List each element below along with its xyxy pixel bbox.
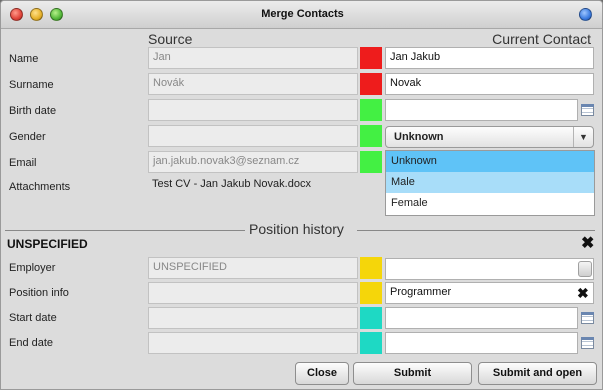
current-column-header: Current Contact bbox=[492, 31, 591, 47]
source-gender-field bbox=[148, 125, 358, 147]
end-date-marker[interactable] bbox=[360, 332, 382, 354]
employer-picker-button[interactable] bbox=[578, 261, 592, 277]
current-end-date-input[interactable] bbox=[385, 332, 578, 354]
section-divider-right bbox=[357, 230, 595, 231]
surname-conflict-marker[interactable] bbox=[360, 73, 382, 95]
position-group-title: UNSPECIFIED bbox=[7, 237, 88, 251]
source-name-field: Jan bbox=[148, 47, 358, 69]
calendar-icon[interactable] bbox=[581, 104, 594, 116]
name-label: Name bbox=[9, 53, 39, 65]
submit-and-open-button[interactable]: Submit and open bbox=[478, 362, 597, 385]
attachment-file-name: Test CV - Jan Jakub Novak.docx bbox=[152, 178, 311, 190]
section-divider-left bbox=[5, 230, 245, 231]
current-start-date-input[interactable] bbox=[385, 307, 578, 329]
employer-marker[interactable] bbox=[360, 257, 382, 279]
gender-option-male[interactable]: Male bbox=[386, 172, 594, 193]
submit-button[interactable]: Submit bbox=[353, 362, 472, 385]
merge-contacts-window: Merge Contacts Source Current Contact Na… bbox=[0, 0, 603, 390]
gender-select[interactable]: Unknown ▼ bbox=[385, 126, 594, 148]
email-label: Email bbox=[9, 157, 37, 169]
gender-option-female[interactable]: Female bbox=[386, 193, 594, 214]
remove-position-icon[interactable]: ✖ bbox=[581, 233, 594, 253]
chevron-down-icon[interactable]: ▼ bbox=[573, 127, 593, 147]
attachments-label: Attachments bbox=[9, 181, 71, 193]
toolbar-toggle-icon[interactable] bbox=[579, 8, 592, 21]
current-position-info-input[interactable]: Programmer bbox=[385, 282, 594, 304]
gender-label: Gender bbox=[9, 131, 46, 143]
source-end-date-field bbox=[148, 332, 358, 354]
close-button[interactable]: Close bbox=[295, 362, 349, 385]
source-surname-field: Novák bbox=[148, 73, 358, 95]
current-name-input[interactable]: Jan Jakub bbox=[385, 47, 594, 69]
source-employer-field: UNSPECIFIED bbox=[148, 257, 358, 279]
current-birth-date-input[interactable] bbox=[385, 99, 578, 121]
birth-date-label: Birth date bbox=[9, 105, 57, 117]
calendar-icon[interactable] bbox=[581, 312, 594, 324]
end-date-label: End date bbox=[9, 337, 54, 349]
gender-match-marker[interactable] bbox=[360, 125, 382, 147]
clear-position-info-icon[interactable]: ✖ bbox=[577, 285, 589, 302]
calendar-icon[interactable] bbox=[581, 337, 594, 349]
position-history-title: Position history bbox=[249, 221, 344, 237]
source-position-info-field bbox=[148, 282, 358, 304]
source-column-header: Source bbox=[148, 31, 193, 47]
source-start-date-field bbox=[148, 307, 358, 329]
surname-label: Surname bbox=[9, 79, 54, 91]
current-surname-input[interactable]: Novak bbox=[385, 73, 594, 95]
start-date-marker[interactable] bbox=[360, 307, 382, 329]
gender-select-value: Unknown bbox=[394, 131, 444, 143]
start-date-label: Start date bbox=[9, 312, 57, 324]
email-match-marker[interactable] bbox=[360, 151, 382, 173]
birth-date-match-marker[interactable] bbox=[360, 99, 382, 121]
source-birth-date-field bbox=[148, 99, 358, 121]
gender-option-unknown[interactable]: Unknown bbox=[386, 151, 594, 172]
window-title: Merge Contacts bbox=[261, 8, 344, 20]
employer-label: Employer bbox=[9, 262, 56, 274]
source-email-field: jan.jakub.novak3@seznam.cz bbox=[148, 151, 358, 173]
position-info-marker[interactable] bbox=[360, 282, 382, 304]
title-bar: Merge Contacts bbox=[1, 1, 602, 29]
current-employer-picker[interactable] bbox=[385, 258, 594, 280]
gender-options-menu: Unknown Male Female bbox=[385, 150, 595, 216]
name-conflict-marker[interactable] bbox=[360, 47, 382, 69]
position-info-label: Position info bbox=[9, 287, 69, 299]
